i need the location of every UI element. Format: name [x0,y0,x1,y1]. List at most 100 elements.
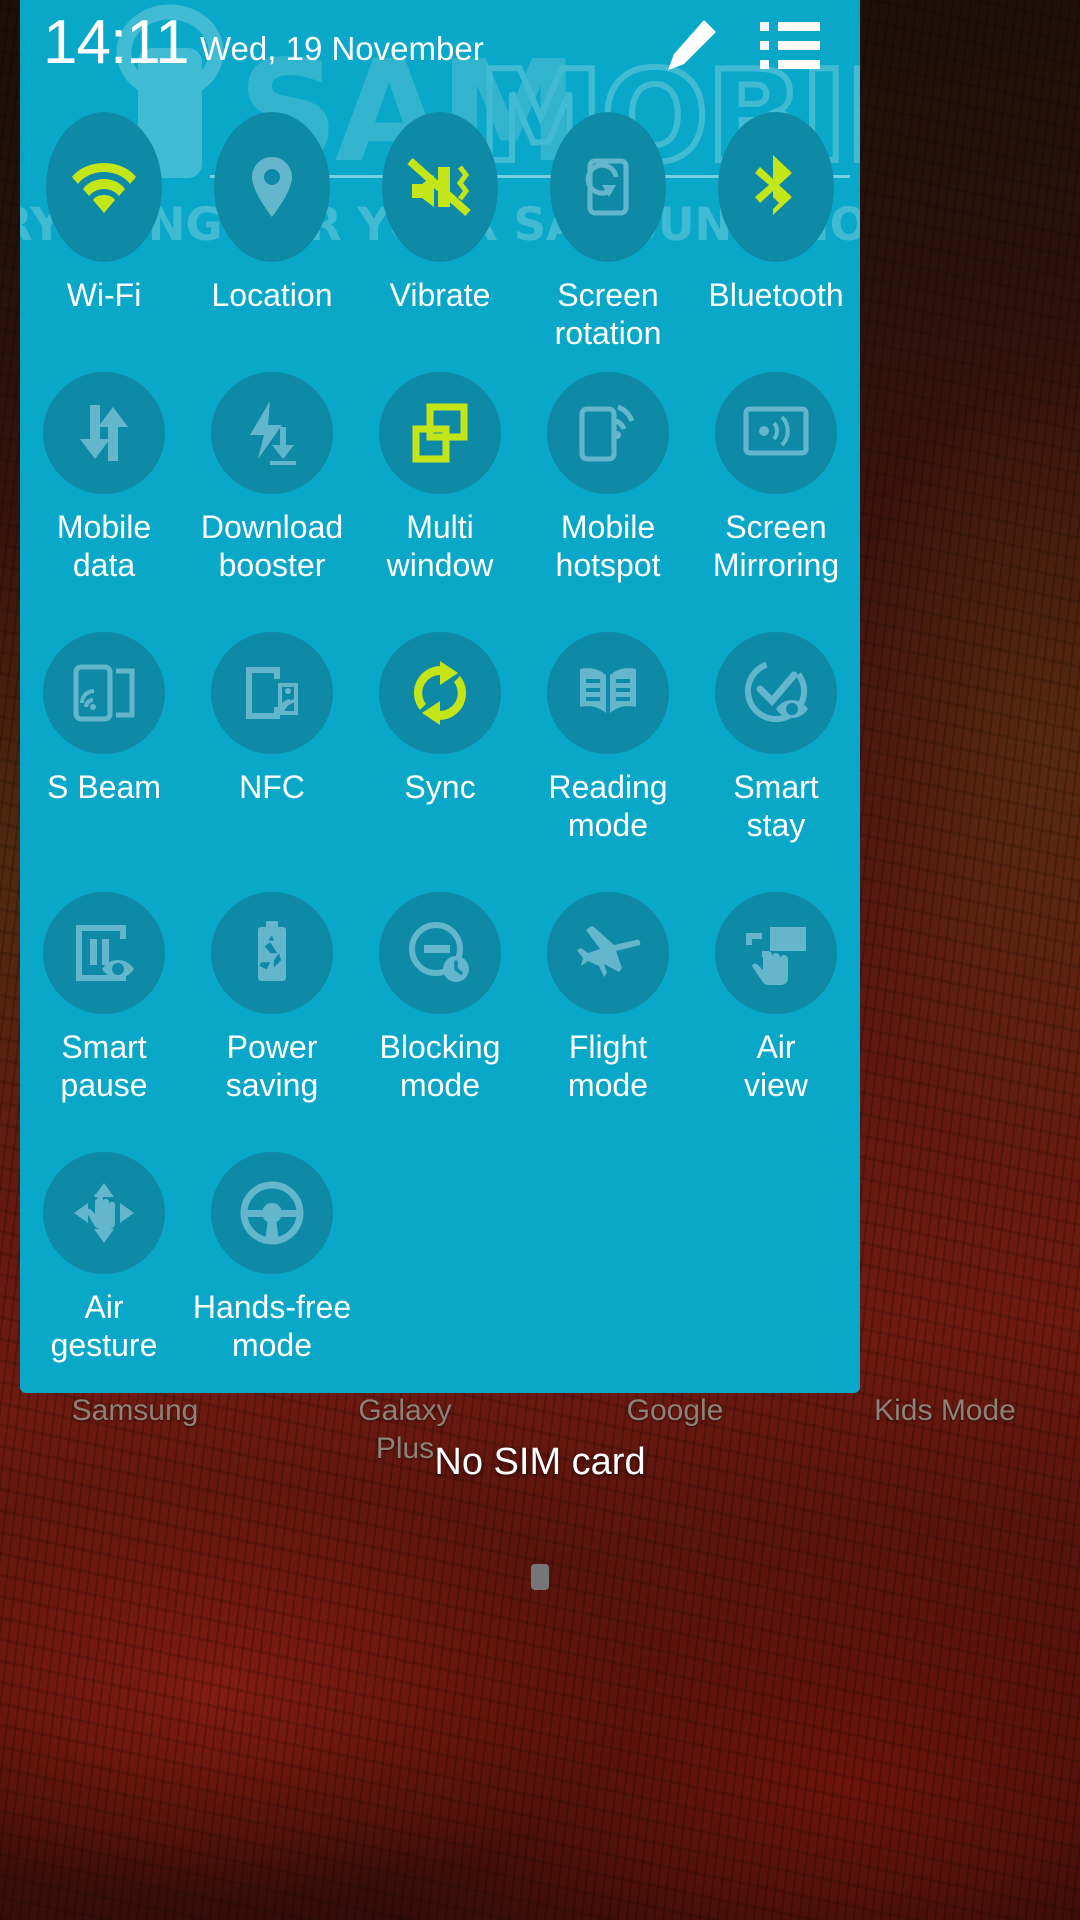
download-booster-icon-container[interactable] [211,372,333,494]
home-page-indicator [531,1564,549,1590]
toggle-label: Mobile data [56,509,152,583]
homescreen-folder-label[interactable]: Google [540,1392,810,1430]
status-clock: 14:11 [43,8,190,77]
nfc-icon-container[interactable] [211,632,333,754]
status-date: Wed, 19 November [200,30,484,67]
toggle-label: Vibrate [389,277,491,313]
toggle-label: Screen rotation [554,277,662,351]
location-pin-icon-container[interactable] [214,112,330,262]
power-saving-icon-container[interactable] [211,892,333,1014]
toggle-mobile-hotspot[interactable]: Mobile hotspot [524,368,692,628]
mobile-data-icon-container[interactable] [43,372,165,494]
toggle-screen-rotation[interactable]: Screen rotation [524,108,692,368]
toggle-wi-fi[interactable]: Wi-Fi [20,108,188,368]
toggle-label: Wi-Fi [66,277,142,313]
toggle-label: Air view [743,1029,808,1103]
toggle-label: Blocking mode [379,1029,501,1103]
toggle-smart-stay[interactable]: Smart stay [692,628,860,888]
toggle-smart-pause[interactable]: Smart pause [20,888,188,1148]
smart-pause-icon [76,925,134,981]
toggle-label: Hands-free mode [192,1289,352,1363]
pencil-icon[interactable] [660,16,720,76]
toggle-label: Bluetooth [708,277,844,313]
mobile-data-icon [80,405,128,461]
air-view-icon [746,927,806,985]
mobile-hotspot-icon-container[interactable] [547,372,669,494]
vibrate-mute-icon-container[interactable] [382,112,498,262]
homescreen-folder-label[interactable]: Samsung [0,1392,270,1430]
toggle-multi-window[interactable]: Multi window [356,368,524,628]
flight-mode-icon [577,926,641,977]
screen-mirroring-icon [743,406,809,456]
toggle-label: Smart pause [60,1029,148,1103]
toggle-reading-mode[interactable]: Reading mode [524,628,692,888]
toggle-sync[interactable]: Sync [356,628,524,888]
toggle-label: Reading mode [548,769,668,843]
screen-rotation-icon [585,158,629,216]
toggle-nfc[interactable]: NFC [188,628,356,888]
quick-settings-panel: SAM MOBILE EVERYTHING FOR YOUR SAMSUNG M… [20,0,860,1393]
air-gesture-icon [74,1183,134,1243]
air-view-icon-container[interactable] [715,892,837,1014]
screen-rotation-icon-container[interactable] [550,112,666,262]
toggle-air-gesture[interactable]: Air gesture [20,1148,188,1393]
toggle-label: Location [211,277,333,313]
toggle-label: Mobile hotspot [555,509,661,583]
quick-settings-toggle-grid: Wi-Fi Location Vibrate Screen rotation Bluet… [20,108,860,1393]
toggle-download-booster[interactable]: Download booster [188,368,356,628]
toggle-mobile-data[interactable]: Mobile data [20,368,188,628]
toggle-label: Smart stay [733,769,819,843]
no-sim-card-status: No SIM card [434,1441,646,1483]
toggle-label: Screen Mirroring [712,509,840,583]
toggle-label: Sync [404,769,476,805]
sync-icon-container[interactable] [379,632,501,754]
homescreen-folder-label[interactable]: Kids Mode [810,1392,1080,1430]
list-icon[interactable] [760,20,820,72]
s-beam-icon [73,664,135,722]
wifi-icon-container[interactable] [46,112,162,262]
toggle-flight-mode[interactable]: Flight mode [524,888,692,1148]
toggle-power-saving[interactable]: Power saving [188,888,356,1148]
toggle-label: S Beam [47,769,161,805]
bluetooth-icon-container[interactable] [718,112,834,262]
location-pin-icon [252,157,292,217]
toggle-s-beam[interactable]: S Beam [20,628,188,888]
vibrate-mute-icon [407,158,471,216]
toggle-label: Multi window [386,509,494,583]
reading-mode-icon [580,668,636,713]
smart-stay-icon-container[interactable] [715,632,837,754]
toggle-label: Download booster [200,509,344,583]
toggle-label: Flight mode [567,1029,649,1103]
hands-free-icon [240,1181,304,1245]
screen-mirroring-icon-container[interactable] [715,372,837,494]
quick-settings-header: 14:11 Wed, 19 November [20,0,860,96]
toggle-air-view[interactable]: Air view [692,888,860,1148]
smart-pause-icon-container[interactable] [43,892,165,1014]
mobile-hotspot-icon [579,404,635,462]
air-gesture-icon-container[interactable] [43,1152,165,1274]
power-saving-icon [258,921,286,981]
flight-mode-icon-container[interactable] [547,892,669,1014]
hands-free-icon-container[interactable] [211,1152,333,1274]
toggle-label: NFC [239,769,305,805]
toggle-blocking-mode[interactable]: Blocking mode [356,888,524,1148]
bluetooth-icon [755,155,792,215]
multi-window-icon-container[interactable] [379,372,501,494]
reading-mode-icon-container[interactable] [547,632,669,754]
s-beam-icon-container[interactable] [43,632,165,754]
wifi-icon [72,163,136,213]
nfc-icon [246,667,298,719]
toggle-vibrate[interactable]: Vibrate [356,108,524,368]
toggle-location[interactable]: Location [188,108,356,368]
blocking-mode-icon [409,922,469,982]
toggle-label: Air gesture [50,1289,158,1363]
toggle-bluetooth[interactable]: Bluetooth [692,108,860,368]
smart-stay-icon [745,660,808,722]
blocking-mode-icon-container[interactable] [379,892,501,1014]
toggle-screen-mirroring[interactable]: Screen Mirroring [692,368,860,628]
toggle-hands-free-mode[interactable]: Hands-free mode [188,1148,356,1393]
toggle-label: Power saving [225,1029,319,1103]
multi-window-icon [412,403,468,463]
download-booster-icon [250,401,296,465]
sync-icon [413,661,467,725]
